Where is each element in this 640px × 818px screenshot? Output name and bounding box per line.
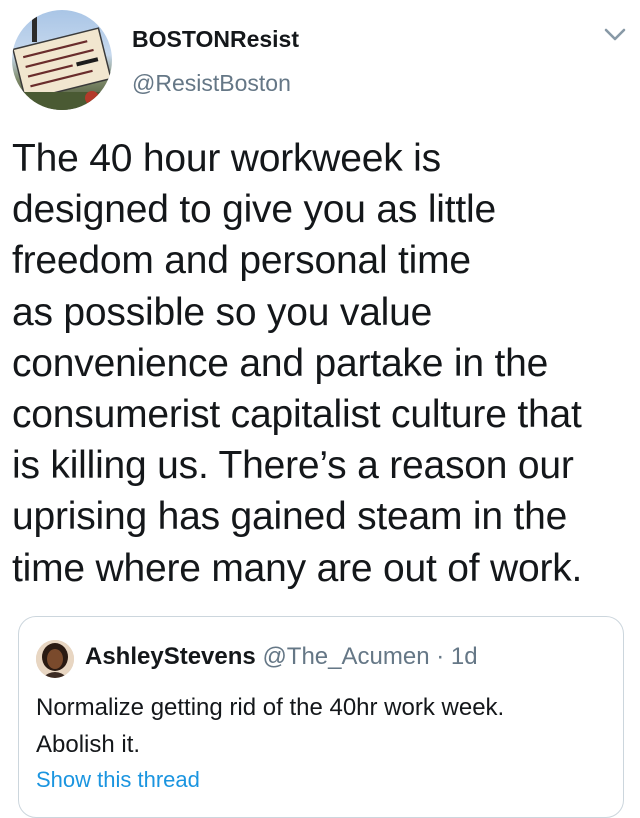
quote-author-avatar[interactable] bbox=[36, 640, 74, 678]
tweet-text-line: convenience and partake in the bbox=[12, 341, 549, 385]
tweet-text-line: time where many are out of work. bbox=[12, 546, 583, 590]
show-thread-link[interactable]: Show this thread bbox=[36, 767, 200, 793]
quote-separator: · bbox=[429, 643, 451, 670]
quote-text: Normalize getting rid of the 40hr work w… bbox=[36, 689, 606, 763]
quote-text-line: Abolish it. bbox=[36, 731, 141, 758]
tweet-text: The 40 hour workweek is designed to give… bbox=[12, 133, 634, 594]
protest-sign-avatar-image bbox=[12, 12, 112, 110]
author-name[interactable]: BOSTONResist bbox=[132, 26, 299, 53]
tweet-text-line: consumerist capitalist culture that bbox=[12, 393, 582, 437]
chevron-down-icon[interactable] bbox=[600, 24, 630, 46]
quote-timestamp[interactable]: 1d bbox=[451, 643, 478, 670]
quote-author-handle[interactable]: @The_Acumen bbox=[262, 643, 429, 670]
tweet-text-line: designed to give you as little bbox=[12, 188, 496, 232]
quote-header: AshleyStevens @The_Acumen · 1d bbox=[85, 643, 478, 671]
tweet-text-line: as possible so you value bbox=[12, 290, 433, 334]
tweet-card: BOSTONResist @ResistBoston The 40 hour w… bbox=[0, 0, 640, 818]
quote-text-line: Normalize getting rid of the 40hr work w… bbox=[36, 694, 505, 721]
quote-author-name[interactable]: AshleyStevens bbox=[85, 643, 256, 670]
tweet-text-line: is killing us. There’s a reason our bbox=[12, 444, 574, 488]
quoted-tweet[interactable]: AshleyStevens @The_Acumen · 1d Normalize… bbox=[18, 616, 624, 818]
person-avatar-image bbox=[36, 640, 74, 678]
tweet-text-line: The 40 hour workweek is bbox=[12, 137, 441, 180]
tweet-text-line: uprising has gained steam in the bbox=[12, 495, 568, 539]
tweet-text-line: freedom and personal time bbox=[12, 239, 471, 283]
author-avatar[interactable] bbox=[12, 10, 112, 110]
author-handle[interactable]: @ResistBoston bbox=[132, 70, 291, 97]
